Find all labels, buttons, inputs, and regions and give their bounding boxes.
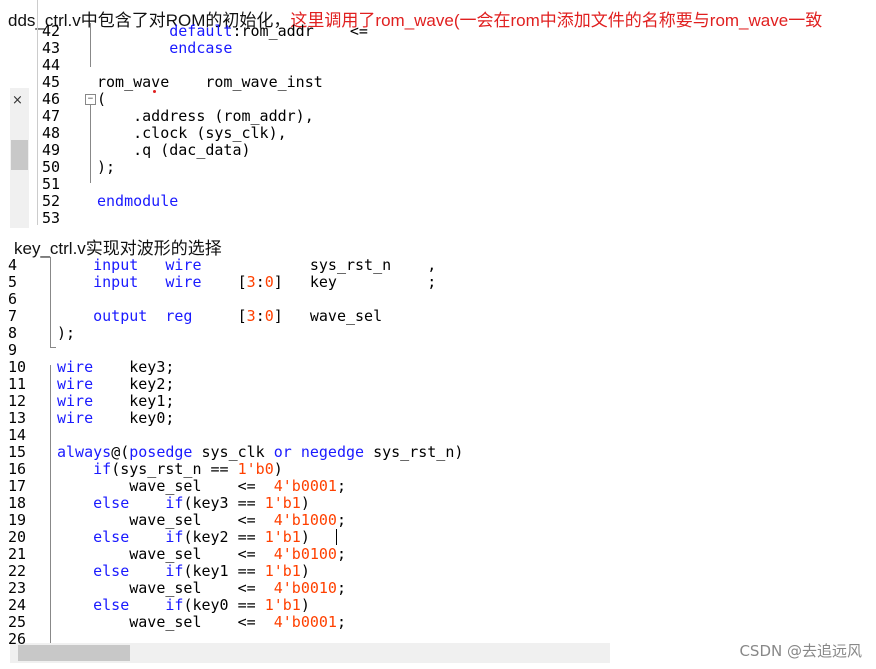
code-line: input wire sys_rst_n ,: [93, 256, 437, 274]
code-line: default:rom_addr <=: [169, 22, 368, 40]
horizontal-scrollbar[interactable]: [10, 643, 610, 663]
marker-dot: [153, 90, 156, 93]
editor-gutter-line: [37, 0, 38, 225]
code-line: else if(key0 == 1'b1): [93, 596, 310, 614]
line-number: 12: [8, 392, 27, 410]
code-line: endmodule: [97, 192, 179, 210]
line-number: 13: [8, 409, 27, 427]
line-number: 45: [42, 73, 61, 91]
code-line: .address (rom_addr),: [97, 107, 314, 125]
code-line: );: [97, 158, 116, 176]
close-icon[interactable]: ×: [12, 93, 23, 108]
line-number: 42: [42, 22, 61, 40]
code-line: wire key1;: [57, 392, 175, 410]
line-number: 5: [8, 273, 18, 291]
horizontal-scroll-thumb[interactable]: [18, 645, 130, 661]
fold-guide: [50, 257, 51, 347]
line-number: 47: [42, 107, 61, 125]
line-number: 48: [42, 124, 61, 142]
line-number: 7: [8, 307, 18, 325]
line-number: 4: [8, 256, 18, 274]
code-line: );: [57, 324, 76, 342]
line-number: 23: [8, 579, 27, 597]
caption-part2: 这里调用了rom_wave(一会在rom中添加文件的名称要与rom_wave一致: [290, 11, 823, 30]
code-line: wire key3;: [57, 358, 175, 376]
line-number: 51: [42, 175, 61, 193]
code-line: wire key2;: [57, 375, 175, 393]
line-number: 53: [42, 209, 61, 227]
line-number: 21: [8, 545, 27, 563]
line-number: 46: [42, 90, 61, 108]
code-line: wave_sel <= 4'b1000;: [57, 511, 346, 529]
code-line: rom_wave rom_wave_inst: [97, 73, 323, 91]
text-cursor: [336, 529, 337, 545]
code-line: wave_sel <= 4'b0001;: [57, 613, 346, 631]
code-line: always@(posedge sys_clk or negedge sys_r…: [57, 443, 464, 461]
code-line: wire key0;: [57, 409, 175, 427]
line-number: 25: [8, 613, 27, 631]
line-number: 11: [8, 375, 27, 393]
line-number: 17: [8, 477, 27, 495]
fold-guide: [90, 23, 91, 67]
line-number: 14: [8, 426, 27, 444]
line-number: 18: [8, 494, 27, 512]
code-line: .clock (sys_clk),: [97, 124, 287, 142]
line-number: 6: [8, 290, 18, 308]
line-number: 43: [42, 39, 61, 57]
line-number: 9: [8, 341, 18, 359]
code-line: (: [97, 90, 107, 108]
line-number: 15: [8, 443, 27, 461]
code-line: endcase: [169, 39, 233, 57]
line-number: 20: [8, 528, 27, 546]
line-number: 8: [8, 324, 18, 342]
line-number: 26: [8, 630, 27, 648]
fold-box[interactable]: −: [85, 94, 96, 105]
code-line: if(sys_rst_n == 1'b0): [93, 460, 283, 478]
code-line: input wire [3:0] key ;: [93, 273, 437, 291]
line-number: 16: [8, 460, 27, 478]
code-line: .q (dac_data): [97, 141, 251, 159]
line-number: 19: [8, 511, 27, 529]
fold-guide: [50, 365, 51, 643]
fold-guide: [90, 105, 91, 183]
line-number: 44: [42, 56, 61, 74]
side-scroll-thumb[interactable]: [11, 140, 28, 170]
code-line: wave_sel <= 4'b0001;: [57, 477, 346, 495]
code-line: output reg [3:0] wave_sel: [93, 307, 383, 325]
line-number: 24: [8, 596, 27, 614]
line-number: 49: [42, 141, 61, 159]
fold-guide: [50, 347, 56, 348]
code-line: else if(key3 == 1'b1): [93, 494, 310, 512]
line-number: 52: [42, 192, 61, 210]
code-line: else if(key1 == 1'b1): [93, 562, 310, 580]
code-line: else if(key2 == 1'b1): [93, 528, 310, 546]
code-line: wave_sel <= 4'b0100;: [57, 545, 346, 563]
watermark: CSDN @去追远风: [739, 642, 862, 660]
code-line: wave_sel <= 4'b0010;: [57, 579, 346, 597]
line-number: 50: [42, 158, 61, 176]
line-number: 22: [8, 562, 27, 580]
line-number: 10: [8, 358, 27, 376]
